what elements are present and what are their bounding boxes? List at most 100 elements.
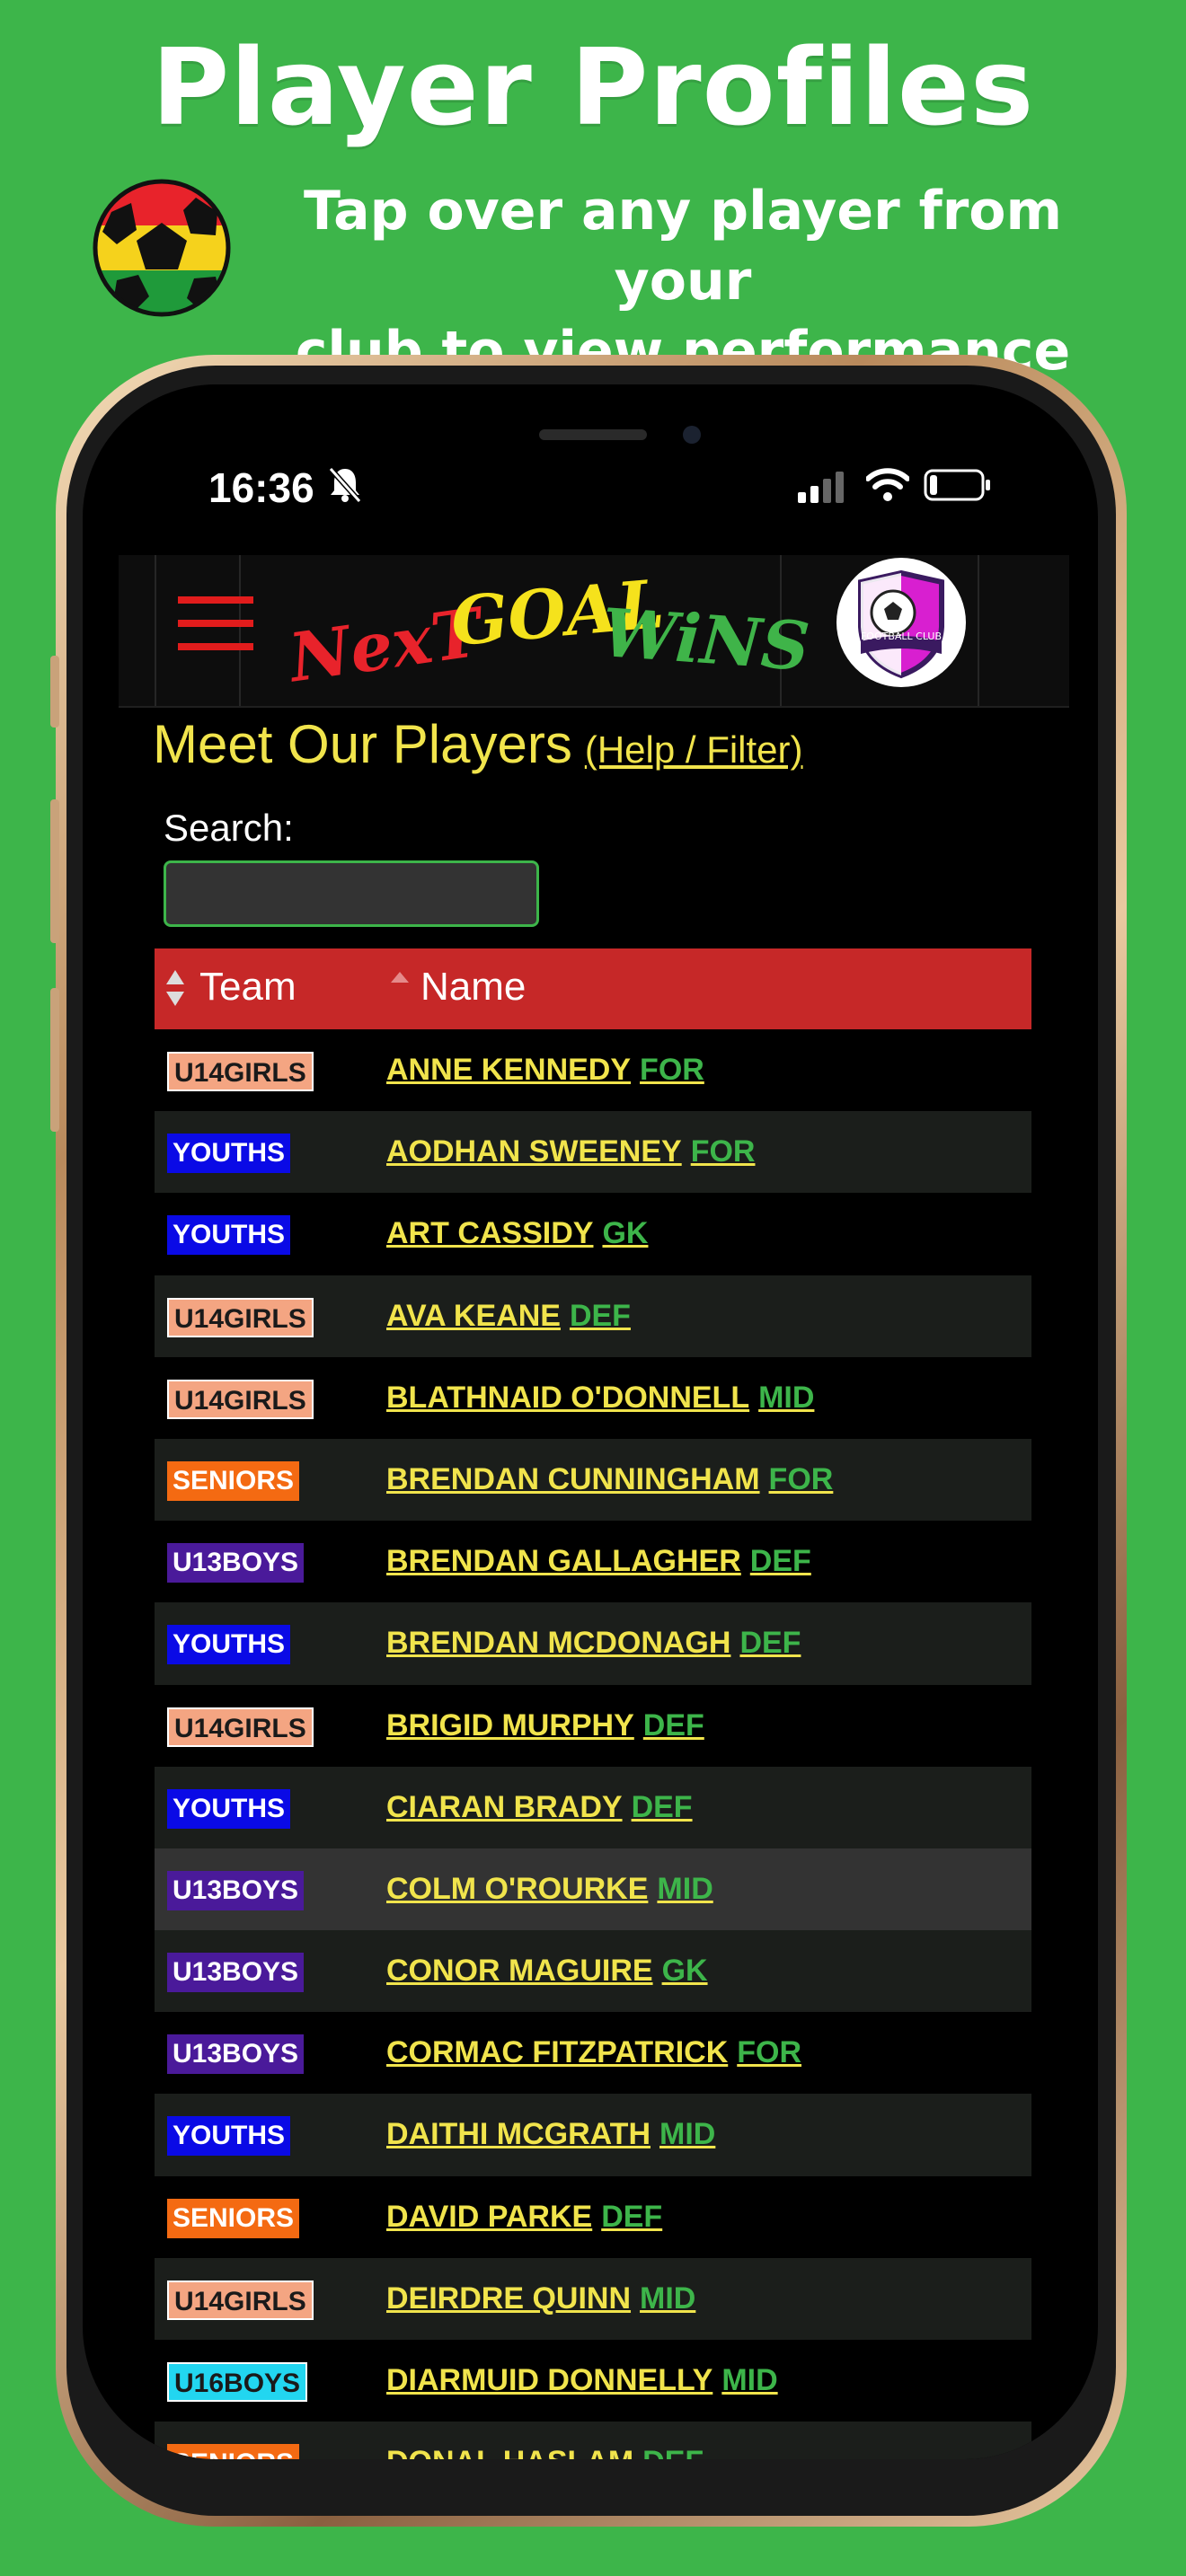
column-header-team[interactable]: Team	[199, 965, 296, 1010]
player-name-text: DAITHI MCGRATH	[386, 2117, 651, 2152]
search-input[interactable]	[164, 860, 539, 927]
sort-icon[interactable]	[390, 970, 410, 988]
player-name-text: CONOR MAGUIRE	[386, 1954, 653, 1989]
team-badge: U14GIRLS	[167, 1297, 314, 1337]
player-position: MID	[659, 2117, 716, 2152]
player-position: FOR	[690, 1134, 756, 1169]
app-logo[interactable]: NexT GOAL WiNS	[285, 566, 812, 698]
team-badge: U16BOYS	[167, 2362, 308, 2402]
app-header: NexT GOAL WiNS FOOTBALL CLUB	[119, 555, 1069, 708]
team-badge: YOUTHS	[167, 1134, 291, 1174]
table-row[interactable]: SENIORS DONAL HASLAM DEF	[155, 2422, 1031, 2459]
player-name-text: BLATHNAID O'DONNELL	[386, 1380, 750, 1415]
table-row[interactable]: U14GIRLS BRIGID MURPHY DEF	[155, 1684, 1031, 1767]
player-name-link[interactable]: AODHAN SWEENEY FOR	[386, 1134, 755, 1169]
player-name-link[interactable]: CONOR MAGUIRE GK	[386, 1954, 708, 1989]
help-filter-link[interactable]: (Help / Filter)	[585, 728, 803, 771]
team-badge: U14GIRLS	[167, 1379, 314, 1419]
team-badge: U13BOYS	[167, 1870, 305, 1910]
team-badge: YOUTHS	[167, 1625, 291, 1665]
football-icon	[93, 179, 231, 317]
player-position: DEF	[631, 1789, 693, 1824]
table-row[interactable]: SENIORS DAVID PARKE DEF	[155, 2175, 1031, 2258]
team-badge: YOUTHS	[167, 1215, 291, 1256]
column-header-name[interactable]: Name	[420, 965, 526, 1010]
team-badge: YOUTHS	[167, 2116, 291, 2157]
table-row[interactable]: U13BOYS COLM O'ROURKE MID	[155, 1848, 1031, 1931]
player-name-link[interactable]: DAVID PARKE DEF	[386, 2200, 662, 2235]
player-name-link[interactable]: ANNE KENNEDY FOR	[386, 1053, 704, 1088]
player-position: MID	[657, 1871, 713, 1906]
player-name-link[interactable]: AVA KEANE DEF	[386, 1299, 631, 1334]
player-name-text: DONAL HASLAM	[386, 2445, 633, 2459]
player-table-body: U14GIRLS ANNE KENNEDY FOR YOUTHS AODHAN SWEE…	[155, 1029, 1031, 2459]
player-name-text: DAVID PARKE	[386, 2199, 593, 2234]
table-row[interactable]: U13BOYS BRENDAN GALLAGHER DEF	[155, 1521, 1031, 1603]
volume-up-button	[50, 799, 59, 943]
club-badge-icon[interactable]	[834, 555, 969, 690]
table-row[interactable]: U14GIRLS ANNE KENNEDY FOR	[155, 1029, 1031, 1112]
table-row[interactable]: SENIORS BRENDAN CUNNINGHAM FOR	[155, 1438, 1031, 1522]
bell-slash-icon	[328, 467, 362, 503]
player-name-link[interactable]: DAITHI MCGRATH MID	[386, 2117, 715, 2152]
player-name-link[interactable]: COLM O'ROURKE MID	[386, 1872, 713, 1907]
table-row[interactable]: YOUTHS ART CASSIDY GK	[155, 1193, 1031, 1275]
player-name-link[interactable]: BRENDAN GALLAGHER DEF	[386, 1544, 811, 1579]
player-name-link[interactable]: DEIRDRE QUINN MID	[386, 2281, 695, 2316]
player-name-link[interactable]: CORMAC FITZPATRICK FOR	[386, 2035, 801, 2070]
mute-switch	[50, 656, 59, 728]
battery-icon	[924, 469, 990, 501]
table-row[interactable]: U14GIRLS AVA KEANE DEF	[155, 1275, 1031, 1357]
player-position: FOR	[768, 1461, 834, 1496]
page-title: Meet Our Players (Help / Filter)	[153, 713, 803, 775]
menu-icon-bar	[178, 643, 253, 650]
player-name-text: DEIRDRE QUINN	[386, 2280, 632, 2316]
team-badge: U13BOYS	[167, 1953, 305, 1993]
player-position: FOR	[737, 2035, 802, 2070]
player-name-link[interactable]: BLATHNAID O'DONNELL MID	[386, 1381, 814, 1416]
volume-down-button	[50, 988, 59, 1132]
player-name-link[interactable]: BRENDAN CUNNINGHAM FOR	[386, 1462, 833, 1497]
player-name-link[interactable]: ART CASSIDY GK	[386, 1216, 648, 1251]
table-row[interactable]: U13BOYS CONOR MAGUIRE GK	[155, 1930, 1031, 2013]
table-row[interactable]: YOUTHS CIARAN BRADY DEF	[155, 1766, 1031, 1848]
header-divider	[978, 555, 979, 706]
table-row[interactable]: U14GIRLS DEIRDRE QUINN MID	[155, 2257, 1031, 2340]
team-badge: U13BOYS	[167, 2034, 305, 2075]
player-name-link[interactable]: DIARMUID DONNELLY MID	[386, 2363, 778, 2398]
table-header: Team Name	[155, 948, 1031, 1029]
table-row[interactable]: YOUTHS BRENDAN MCDONAGH DEF	[155, 1602, 1031, 1685]
team-badge: U14GIRLS	[167, 1707, 314, 1747]
table-row[interactable]: YOUTHS DAITHI MCGRATH MID	[155, 2094, 1031, 2176]
player-name-link[interactable]: DONAL HASLAM DEF	[386, 2445, 704, 2459]
table-row[interactable]: U16BOYS DIARMUID DONNELLY MID	[155, 2340, 1031, 2422]
player-position: GK	[602, 1216, 649, 1251]
front-camera	[683, 426, 701, 444]
menu-icon[interactable]	[178, 582, 253, 668]
player-name-text: BRENDAN CUNNINGHAM	[386, 1461, 760, 1496]
player-position: GK	[661, 1954, 708, 1989]
player-name-text: CIARAN BRADY	[386, 1789, 623, 1824]
table-row[interactable]: YOUTHS AODHAN SWEENEY FOR	[155, 1111, 1031, 1194]
player-name-text: DIARMUID DONNELLY	[386, 2363, 713, 2397]
search-label: Search:	[164, 807, 294, 849]
menu-icon-bar	[178, 620, 253, 627]
player-position: DEF	[601, 2199, 663, 2234]
player-name-text: AODHAN SWEENEY	[386, 1134, 682, 1169]
club-badge-text: FOOTBALL CLUB	[860, 631, 943, 642]
table-row[interactable]: U14GIRLS BLATHNAID O'DONNELL MID	[155, 1356, 1031, 1439]
player-name-link[interactable]: BRENDAN MCDONAGH DEF	[386, 1626, 801, 1661]
player-name-text: COLM O'ROURKE	[386, 1871, 649, 1906]
player-name-link[interactable]: CIARAN BRADY DEF	[386, 1790, 693, 1825]
player-name-text: BRENDAN GALLAGHER	[386, 1544, 741, 1579]
menu-icon-bar	[178, 596, 253, 604]
player-name-link[interactable]: BRIGID MURPHY DEF	[386, 1708, 704, 1743]
player-name-text: CORMAC FITZPATRICK	[386, 2035, 729, 2070]
player-position: DEF	[739, 1626, 801, 1661]
sort-icon[interactable]	[165, 968, 185, 1008]
signal-icon	[798, 472, 844, 503]
team-badge: U14GIRLS	[167, 1052, 314, 1091]
player-name-text: BRIGID MURPHY	[386, 1707, 634, 1742]
player-position: DEF	[642, 2445, 704, 2459]
table-row[interactable]: U13BOYS CORMAC FITZPATRICK FOR	[155, 2012, 1031, 2095]
